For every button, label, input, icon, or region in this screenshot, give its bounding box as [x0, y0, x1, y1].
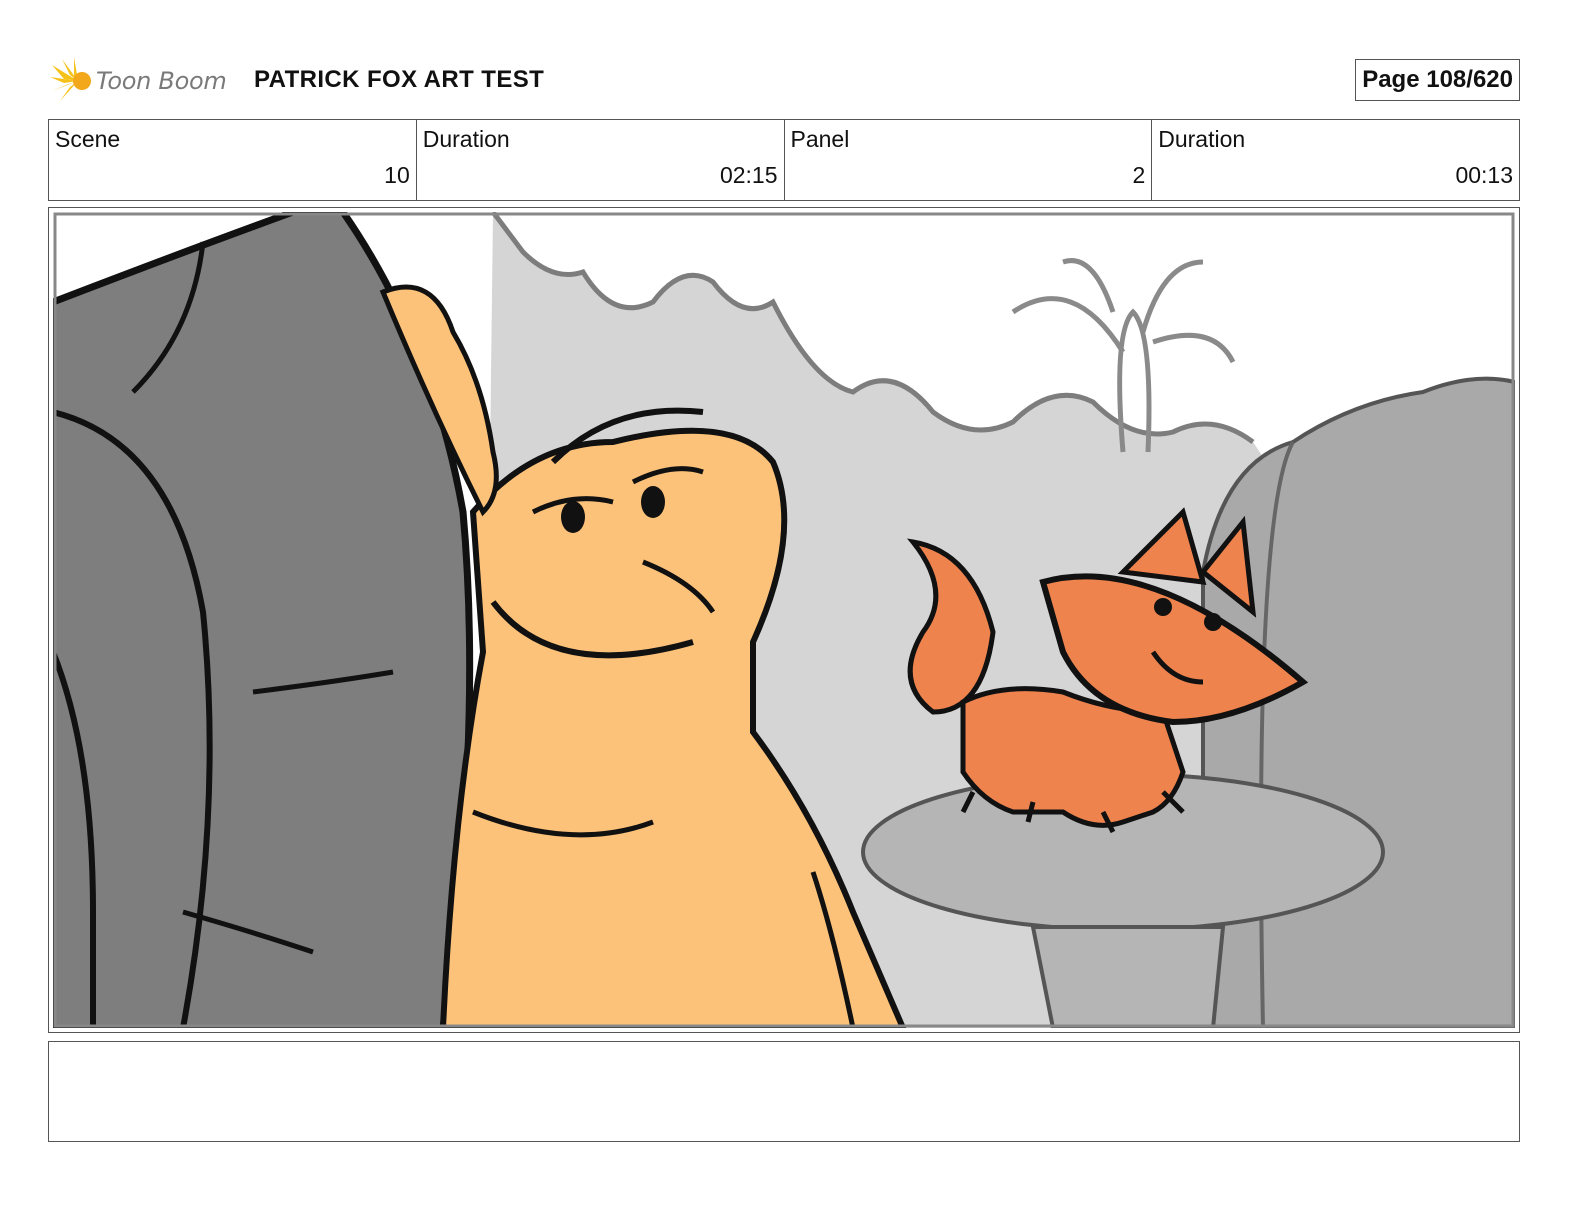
- toon-boom-logo: Toon Boom: [48, 52, 227, 110]
- scene-label: Scene: [55, 126, 121, 152]
- scene-duration-cell: Duration 02:15: [417, 120, 785, 200]
- turtle-eye-right: [641, 486, 665, 518]
- fox-eye-left: [1154, 598, 1172, 616]
- fox-eye-right: [1204, 613, 1222, 631]
- panel-duration-value: 00:13: [1455, 162, 1513, 188]
- panel-label: Panel: [790, 126, 850, 152]
- panel-cell: Panel 2: [785, 120, 1153, 200]
- project-title: PATRICK FOX ART TEST: [254, 66, 545, 93]
- scene-value: 10: [384, 162, 410, 188]
- panel-notes-box: [48, 1041, 1520, 1142]
- shot-info-row: Scene 10 Duration 02:15 Panel 2 Duration…: [48, 119, 1520, 201]
- storyboard-header: Toon Boom PATRICK FOX ART TEST Page 108/…: [48, 52, 1520, 110]
- scene-duration-value: 02:15: [719, 162, 778, 188]
- page-indicator: Page 108/620: [1355, 59, 1520, 101]
- scene-cell: Scene 10: [49, 120, 417, 200]
- scene-duration-label: Duration: [422, 126, 510, 152]
- logo-text: Toon Boom: [96, 67, 227, 95]
- panel-drawing: [53, 212, 1515, 1028]
- panel-duration-cell: Duration 00:13: [1152, 120, 1519, 200]
- storyboard-panel: [48, 207, 1520, 1033]
- panel-duration-label: Duration: [1158, 126, 1246, 152]
- sunburst-icon: [50, 57, 91, 101]
- mushroom-table-stem: [1030, 925, 1226, 1028]
- panel-value: 2: [1132, 162, 1146, 188]
- turtle-eye-left: [561, 501, 585, 533]
